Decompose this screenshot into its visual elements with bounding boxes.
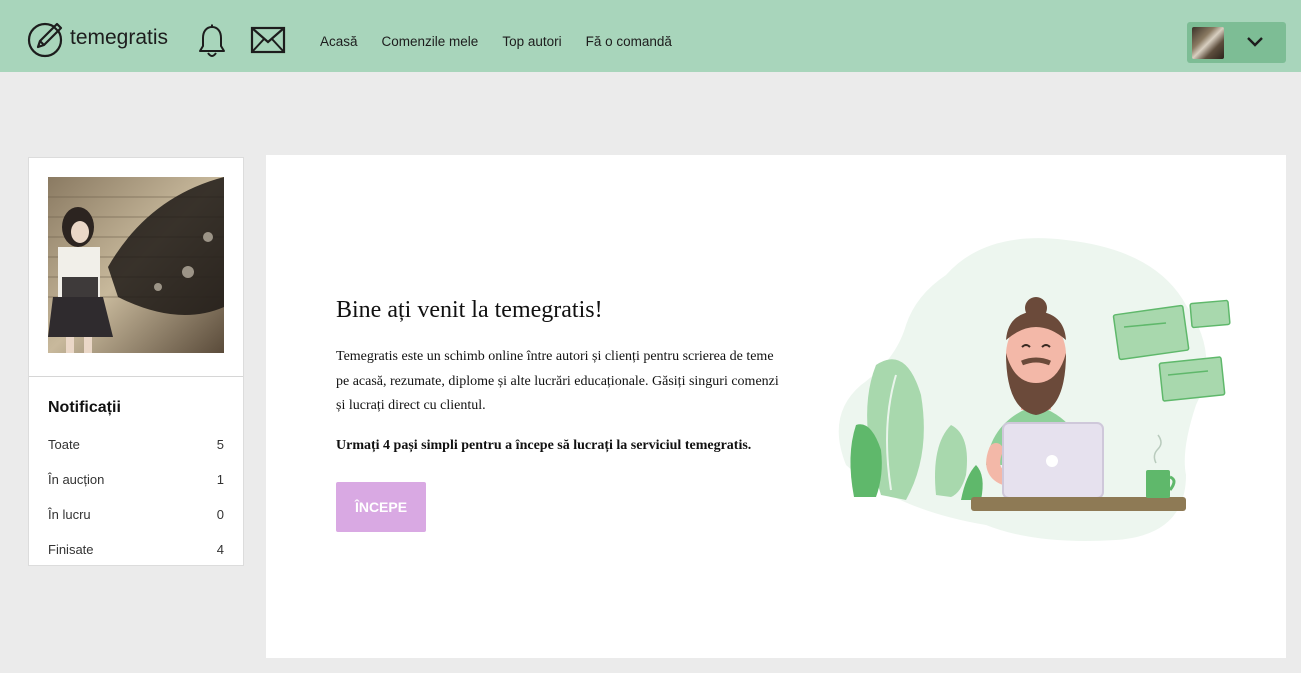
envelope-icon[interactable] [250, 26, 286, 54]
user-menu-button[interactable] [1187, 22, 1286, 63]
notification-label: Finisate [48, 542, 94, 557]
notification-count: 4 [216, 542, 224, 557]
notification-label: Toate [48, 437, 80, 452]
notification-count: 1 [216, 472, 224, 487]
notification-row-in-auction[interactable]: În aucțion 1 [48, 472, 224, 487]
welcome-card: Bine ați venit la temegratis! Temegratis… [266, 155, 1286, 658]
profile-image[interactable] [48, 177, 224, 353]
nav-item-comenzile-mele[interactable]: Comenzile mele [382, 34, 479, 49]
nav-item-acasa[interactable]: Acasă [320, 34, 358, 49]
notification-row-toate[interactable]: Toate 5 [48, 437, 224, 452]
pen-circle-icon [27, 22, 63, 58]
notifications-title: Notificații [48, 399, 121, 416]
welcome-title: Bine ați venit la temegratis! [336, 297, 603, 323]
notification-row-in-lucru[interactable]: În lucru 0 [48, 507, 224, 522]
nav-item-fa-o-comanda[interactable]: Fă o comandă [586, 34, 672, 49]
main-nav: Acasă Comenzile mele Top autori Fă o com… [320, 34, 696, 49]
profile-card: Notificații Toate 5 În aucțion 1 În lucr… [28, 157, 244, 566]
logo-text: temegratis [70, 26, 169, 49]
notification-count: 0 [216, 507, 224, 522]
welcome-description: Temegratis este un schimb online între a… [336, 349, 779, 413]
bell-icon[interactable] [197, 24, 227, 60]
notification-label: În aucțion [48, 472, 105, 487]
start-button[interactable]: ÎNCEPE [336, 482, 426, 532]
nav-item-top-autori[interactable]: Top autori [502, 34, 561, 49]
notification-label: În lucru [48, 507, 91, 522]
top-navigation-bar: temegratis Acasă Comenzile mele Top auto… [0, 0, 1301, 72]
divider [29, 376, 243, 377]
steps-text: Urmați 4 pași simpli pentru a începe să … [336, 438, 752, 453]
notification-count: 5 [216, 437, 224, 452]
logo[interactable]: temegratis [24, 16, 168, 60]
avatar [1192, 27, 1224, 59]
notification-row-finisate[interactable]: Finisate 4 [48, 542, 224, 557]
person-at-laptop-illustration [838, 238, 1231, 541]
chevron-down-icon [1247, 37, 1263, 47]
